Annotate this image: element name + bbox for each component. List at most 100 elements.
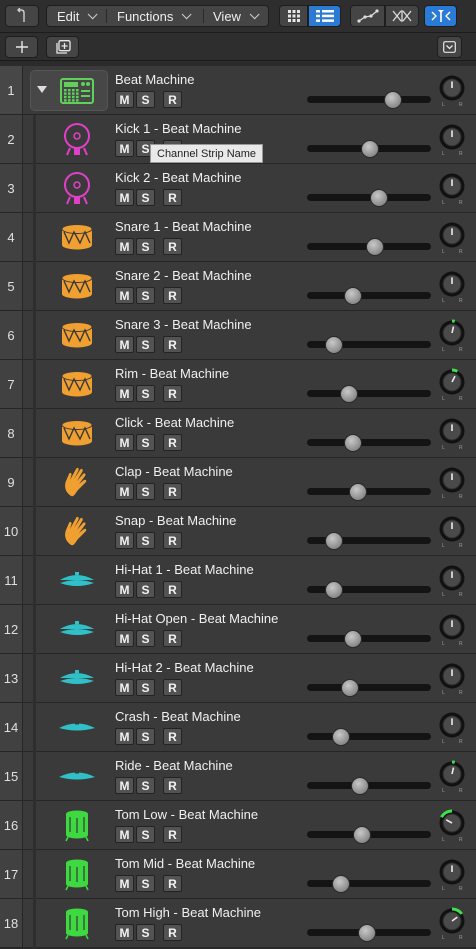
kick-drum-icon[interactable] (47, 117, 107, 161)
solo-button[interactable]: S (136, 581, 155, 598)
mute-button[interactable]: M (115, 924, 134, 941)
volume-fader-knob[interactable] (383, 91, 402, 109)
volume-fader-knob[interactable] (325, 532, 344, 550)
disclosure-triangle-icon[interactable] (37, 86, 47, 93)
clap-hand-icon[interactable] (47, 460, 107, 504)
record-enable-button[interactable]: R (163, 581, 182, 598)
automation-button[interactable] (350, 5, 385, 27)
record-enable-button[interactable]: R (163, 924, 182, 941)
pan-knob[interactable]: L R (437, 269, 467, 304)
pan-knob[interactable]: L R (437, 220, 467, 255)
volume-fader-knob[interactable] (352, 826, 371, 844)
track-row[interactable]: 4 Snare 1 - Beat Machine M S R L R (0, 213, 476, 262)
track-name[interactable]: Tom High - Beat Machine (115, 905, 261, 920)
track-name[interactable]: Snare 2 - Beat Machine (115, 268, 252, 283)
mute-button[interactable]: M (115, 532, 134, 549)
volume-fader[interactable] (307, 96, 431, 103)
hihat-icon[interactable] (47, 558, 107, 602)
mute-button[interactable]: M (115, 483, 134, 500)
mute-button[interactable]: M (115, 140, 134, 157)
pan-knob[interactable]: L R (437, 612, 467, 647)
volume-fader-knob[interactable] (351, 777, 370, 795)
snare-drum-icon[interactable] (47, 215, 107, 259)
track-name[interactable]: Ride - Beat Machine (115, 758, 233, 773)
track-row[interactable]: 8 Click - Beat Machine M S R L R (0, 409, 476, 458)
record-enable-button[interactable]: R (163, 777, 182, 794)
solo-button[interactable]: S (136, 336, 155, 353)
volume-fader-knob[interactable] (343, 287, 362, 305)
back-to-parent-button[interactable] (5, 5, 39, 27)
flex-button[interactable] (385, 5, 419, 27)
snare-drum-icon[interactable] (47, 411, 107, 455)
track-name[interactable]: Crash - Beat Machine (115, 709, 241, 724)
mute-button[interactable]: M (115, 189, 134, 206)
volume-fader-knob[interactable] (331, 875, 350, 893)
mute-button[interactable]: M (115, 581, 134, 598)
track-name[interactable]: Kick 2 - Beat Machine (115, 170, 241, 185)
volume-fader-knob[interactable] (357, 924, 376, 942)
record-enable-button[interactable]: R (163, 434, 182, 451)
record-enable-button[interactable]: R (163, 336, 182, 353)
solo-button[interactable]: S (136, 238, 155, 255)
solo-button[interactable]: S (136, 385, 155, 402)
record-enable-button[interactable]: R (163, 287, 182, 304)
pan-knob[interactable]: L R (437, 906, 467, 941)
record-enable-button[interactable]: R (163, 189, 182, 206)
mute-button[interactable]: M (115, 434, 134, 451)
track-name[interactable]: Tom Low - Beat Machine (115, 807, 258, 822)
mute-button[interactable]: M (115, 336, 134, 353)
volume-fader[interactable] (307, 880, 431, 887)
pan-knob[interactable]: L R (437, 857, 467, 892)
track-row[interactable]: 14 Crash - Beat Machine M S R L R (0, 703, 476, 752)
track-name[interactable]: Rim - Beat Machine (115, 366, 229, 381)
track-name[interactable]: Snare 3 - Beat Machine (115, 317, 252, 332)
track-options-button[interactable] (437, 36, 462, 58)
solo-button[interactable]: S (136, 287, 155, 304)
pan-knob[interactable]: L R (437, 416, 467, 451)
track-row[interactable]: 16 Tom Low - Beat Machine M S R L R (0, 801, 476, 850)
track-name[interactable]: Hi-Hat 2 - Beat Machine (115, 660, 254, 675)
solo-button[interactable]: S (136, 434, 155, 451)
record-enable-button[interactable]: R (163, 238, 182, 255)
track-row[interactable]: 6 Snare 3 - Beat Machine M S R L R (0, 311, 476, 360)
mute-button[interactable]: M (115, 630, 134, 647)
grid-view-button[interactable] (279, 5, 308, 27)
solo-button[interactable]: S (136, 826, 155, 843)
volume-fader[interactable] (307, 635, 431, 642)
volume-fader-knob[interactable] (369, 189, 388, 207)
volume-fader-knob[interactable] (341, 679, 360, 697)
mute-button[interactable]: M (115, 238, 134, 255)
mute-button[interactable]: M (115, 875, 134, 892)
volume-fader-knob[interactable] (340, 385, 359, 403)
record-enable-button[interactable]: R (163, 91, 182, 108)
pan-knob[interactable]: L R (437, 808, 467, 843)
track-row[interactable]: 9 Clap - Beat Machine M S R L R (0, 458, 476, 507)
track-name[interactable]: Snap - Beat Machine (115, 513, 236, 528)
hihat-icon[interactable] (47, 607, 107, 651)
pan-knob[interactable]: L R (437, 710, 467, 745)
pan-knob[interactable]: L R (437, 367, 467, 402)
pan-knob[interactable]: L R (437, 318, 467, 353)
solo-button[interactable]: S (136, 532, 155, 549)
track-name[interactable]: Beat Machine (115, 72, 195, 87)
record-enable-button[interactable]: R (163, 630, 182, 647)
solo-button[interactable]: S (136, 777, 155, 794)
solo-button[interactable]: S (136, 189, 155, 206)
volume-fader-knob[interactable] (343, 434, 362, 452)
volume-fader[interactable] (307, 439, 431, 446)
mute-button[interactable]: M (115, 385, 134, 402)
solo-button[interactable]: S (136, 924, 155, 941)
track-name[interactable]: Hi-Hat 1 - Beat Machine (115, 562, 254, 577)
edit-menu[interactable]: Edit (57, 6, 98, 26)
volume-fader-knob[interactable] (331, 728, 350, 746)
tom-drum-icon[interactable] (47, 803, 107, 847)
volume-fader-knob[interactable] (366, 238, 385, 256)
track-name[interactable]: Hi-Hat Open - Beat Machine (115, 611, 278, 626)
volume-fader[interactable] (307, 292, 431, 299)
pan-knob[interactable]: L R (437, 73, 467, 108)
track-row[interactable]: 1 Beat Machine M S R L R (0, 66, 476, 115)
track-row[interactable]: 12 Hi-Hat Open - Beat Machine M S R L R (0, 605, 476, 654)
volume-fader[interactable] (307, 684, 431, 691)
snare-drum-icon[interactable] (47, 362, 107, 406)
solo-button[interactable]: S (136, 875, 155, 892)
